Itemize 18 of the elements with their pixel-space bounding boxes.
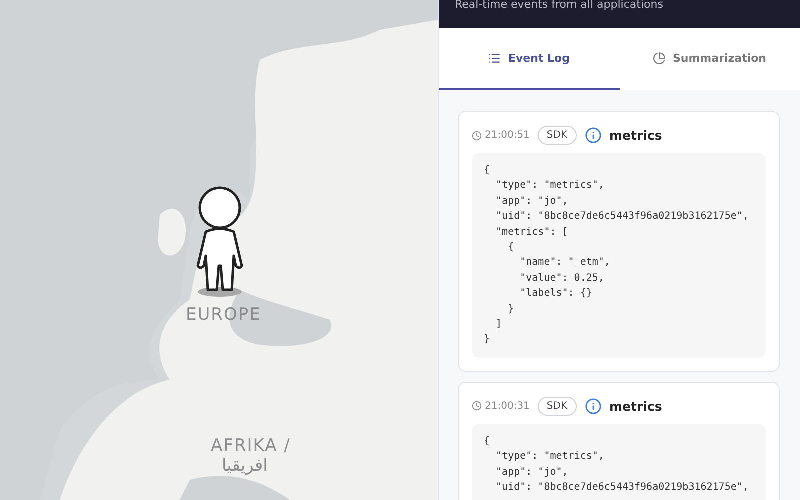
list-icon: [488, 52, 502, 64]
panel-subtitle: Real-time events from all applications: [455, 0, 664, 10]
map-label: EUROPE: [186, 305, 262, 325]
event-time: 21:00:51: [485, 130, 530, 141]
source-tag: SDK: [538, 396, 577, 416]
clock-icon: [472, 401, 482, 412]
event-name: metrics: [610, 128, 662, 143]
source-tag: SDK: [538, 126, 577, 145]
event-name: metrics: [610, 398, 662, 414]
info-icon: [584, 398, 602, 415]
info-icon: [584, 127, 602, 144]
map-label: AFRIKA /: [211, 436, 291, 456]
map-label: افريقيا: [222, 456, 268, 476]
clock-icon: [472, 130, 482, 140]
pie-chart-icon: [652, 52, 666, 64]
event-json: { "type": "metrics", "app": "jo", "uid": "8bc8ce7de6c5443f96a0219b3162175e",: [472, 424, 766, 500]
event-json: { "type": "metrics", "app": "jo", "uid": "8bc8ce7de6c5443f96a0219b3162175e", "metrics": [ { "name": "_etm", "value": 0.25, "labels": {} } ] }: [472, 153, 766, 358]
event-time: 21:00:31: [485, 400, 530, 412]
